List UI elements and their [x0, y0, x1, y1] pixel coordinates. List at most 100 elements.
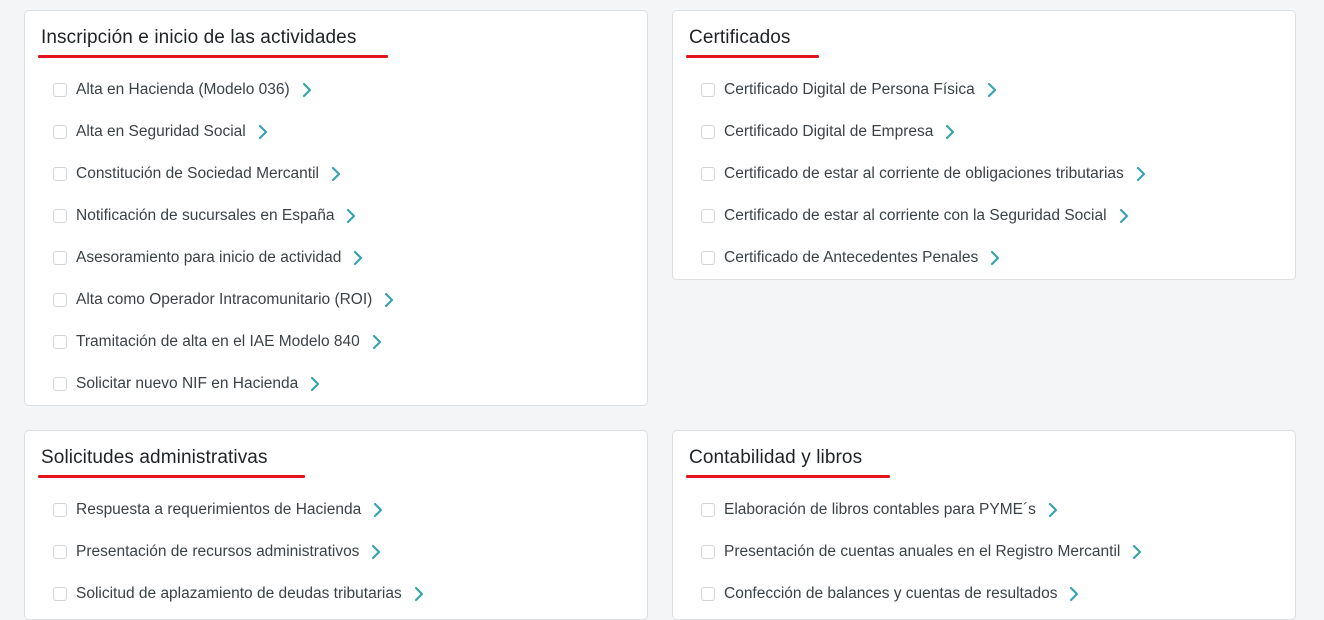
item-label[interactable]: Solicitud de aplazamiento de deudas trib…	[76, 585, 402, 603]
item-label[interactable]: Certificado de estar al corriente con la…	[724, 207, 1107, 225]
card-title-text: Contabilidad y libros	[689, 447, 863, 468]
item-label[interactable]: Presentación de cuentas anuales en el Re…	[724, 543, 1120, 561]
checkbox[interactable]	[53, 545, 67, 559]
item-list: Respuesta a requerimientos de Hacienda P…	[53, 489, 426, 615]
list-item[interactable]: Solicitar nuevo NIF en Hacienda	[53, 363, 396, 405]
card-certificados: Certificados Certificado Digital de Pers…	[672, 10, 1296, 280]
checkbox[interactable]	[701, 125, 715, 139]
list-item[interactable]: Certificado de Antecedentes Penales	[701, 237, 1148, 279]
list-item[interactable]: Alta en Hacienda (Modelo 036)	[53, 69, 396, 111]
item-list: Alta en Hacienda (Modelo 036) Alta en Se…	[53, 69, 396, 405]
item-label[interactable]: Certificado de estar al corriente de obl…	[724, 165, 1124, 183]
item-list: Certificado Digital de Persona Física Ce…	[701, 69, 1148, 279]
title-underline	[686, 55, 819, 58]
card-title: Solicitudes administrativas	[38, 447, 305, 478]
chevron-right-icon[interactable]	[308, 376, 322, 392]
checkbox[interactable]	[53, 125, 67, 139]
item-label[interactable]: Certificado Digital de Persona Física	[724, 81, 975, 99]
chevron-right-icon[interactable]	[1130, 544, 1144, 560]
list-item[interactable]: Solicitud de aplazamiento de deudas trib…	[53, 573, 426, 615]
card-contabilidad: Contabilidad y libros Elaboración de lib…	[672, 430, 1296, 620]
item-label[interactable]: Certificado Digital de Empresa	[724, 123, 933, 141]
item-label[interactable]: Presentación de recursos administrativos	[76, 543, 359, 561]
item-label[interactable]: Alta en Hacienda (Modelo 036)	[76, 81, 290, 99]
list-item[interactable]: Alta como Operador Intracomunitario (ROI…	[53, 279, 396, 321]
card-title-wrap: Contabilidad y libros	[686, 447, 890, 478]
item-label[interactable]: Certificado de Antecedentes Penales	[724, 249, 978, 267]
card-title: Contabilidad y libros	[686, 447, 890, 478]
checkbox[interactable]	[701, 251, 715, 265]
chevron-right-icon[interactable]	[371, 502, 385, 518]
card-title-wrap: Solicitudes administrativas	[38, 447, 305, 478]
item-label[interactable]: Constitución de Sociedad Mercantil	[76, 165, 319, 183]
item-label[interactable]: Alta en Seguridad Social	[76, 123, 246, 141]
title-underline	[686, 475, 890, 478]
checkbox[interactable]	[701, 503, 715, 517]
card-title: Inscripción e inicio de las actividades	[38, 27, 388, 58]
chevron-right-icon[interactable]	[1117, 208, 1131, 224]
chevron-right-icon[interactable]	[412, 586, 426, 602]
list-item[interactable]: Notificación de sucursales en España	[53, 195, 396, 237]
checkbox[interactable]	[53, 503, 67, 517]
checkbox[interactable]	[53, 209, 67, 223]
checkbox[interactable]	[53, 167, 67, 181]
checkbox[interactable]	[701, 83, 715, 97]
chevron-right-icon[interactable]	[1067, 586, 1081, 602]
checkbox[interactable]	[701, 209, 715, 223]
list-item[interactable]: Certificado Digital de Empresa	[701, 111, 1148, 153]
card-title-text: Inscripción e inicio de las actividades	[41, 27, 357, 48]
checkbox[interactable]	[701, 587, 715, 601]
card-title-text: Certificados	[689, 27, 791, 48]
chevron-right-icon[interactable]	[985, 82, 999, 98]
checkbox[interactable]	[53, 83, 67, 97]
card-title-text: Solicitudes administrativas	[41, 447, 268, 468]
item-label[interactable]: Tramitación de alta en el IAE Modelo 840	[76, 333, 360, 351]
card-solicitudes: Solicitudes administrativas Respuesta a …	[24, 430, 648, 620]
item-label[interactable]: Alta como Operador Intracomunitario (ROI…	[76, 291, 372, 309]
card-inscripcion: Inscripción e inicio de las actividades …	[24, 10, 648, 406]
chevron-right-icon[interactable]	[382, 292, 396, 308]
item-label[interactable]: Solicitar nuevo NIF en Hacienda	[76, 375, 298, 393]
list-item[interactable]: Asesoramiento para inicio de actividad	[53, 237, 396, 279]
chevron-right-icon[interactable]	[369, 544, 383, 560]
list-item[interactable]: Certificado de estar al corriente con la…	[701, 195, 1148, 237]
checkbox[interactable]	[53, 293, 67, 307]
item-label[interactable]: Notificación de sucursales en España	[76, 207, 334, 225]
chevron-right-icon[interactable]	[351, 250, 365, 266]
item-label[interactable]: Confección de balances y cuentas de resu…	[724, 585, 1057, 603]
chevron-right-icon[interactable]	[1046, 502, 1060, 518]
checkbox[interactable]	[53, 587, 67, 601]
list-item[interactable]: Respuesta a requerimientos de Hacienda	[53, 489, 426, 531]
checkbox[interactable]	[53, 377, 67, 391]
card-title: Certificados	[686, 27, 819, 58]
list-item[interactable]: Presentación de cuentas anuales en el Re…	[701, 531, 1144, 573]
list-item[interactable]: Certificado de estar al corriente de obl…	[701, 153, 1148, 195]
item-label[interactable]: Respuesta a requerimientos de Hacienda	[76, 501, 361, 519]
chevron-right-icon[interactable]	[344, 208, 358, 224]
list-item[interactable]: Tramitación de alta en el IAE Modelo 840	[53, 321, 396, 363]
chevron-right-icon[interactable]	[988, 250, 1002, 266]
chevron-right-icon[interactable]	[329, 166, 343, 182]
chevron-right-icon[interactable]	[1134, 166, 1148, 182]
list-item[interactable]: Alta en Seguridad Social	[53, 111, 396, 153]
item-label[interactable]: Elaboración de libros contables para PYM…	[724, 501, 1036, 519]
card-title-wrap: Inscripción e inicio de las actividades	[38, 27, 388, 58]
chevron-right-icon[interactable]	[943, 124, 957, 140]
card-title-wrap: Certificados	[686, 27, 819, 58]
title-underline	[38, 475, 305, 478]
list-item[interactable]: Confección de balances y cuentas de resu…	[701, 573, 1144, 615]
list-item[interactable]: Certificado Digital de Persona Física	[701, 69, 1148, 111]
list-item[interactable]: Presentación de recursos administrativos	[53, 531, 426, 573]
checkbox[interactable]	[53, 335, 67, 349]
item-list: Elaboración de libros contables para PYM…	[701, 489, 1144, 615]
chevron-right-icon[interactable]	[370, 334, 384, 350]
title-underline	[38, 55, 388, 58]
item-label[interactable]: Asesoramiento para inicio de actividad	[76, 249, 341, 267]
list-item[interactable]: Constitución de Sociedad Mercantil	[53, 153, 396, 195]
chevron-right-icon[interactable]	[256, 124, 270, 140]
list-item[interactable]: Elaboración de libros contables para PYM…	[701, 489, 1144, 531]
checkbox[interactable]	[53, 251, 67, 265]
chevron-right-icon[interactable]	[300, 82, 314, 98]
checkbox[interactable]	[701, 545, 715, 559]
checkbox[interactable]	[701, 167, 715, 181]
